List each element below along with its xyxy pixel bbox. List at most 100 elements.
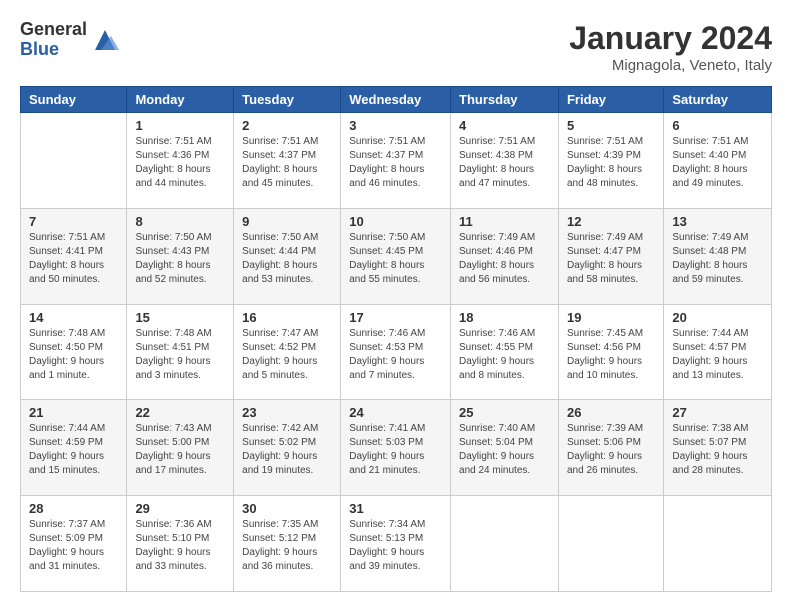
day-number: 26 <box>567 405 655 420</box>
day-number: 14 <box>29 310 118 325</box>
day-number: 28 <box>29 501 118 516</box>
day-info: Sunrise: 7:51 AMSunset: 4:38 PMDaylight:… <box>459 135 550 191</box>
day-info: Sunrise: 7:37 AMSunset: 5:09 PMDaylight:… <box>29 518 118 574</box>
day-number: 20 <box>672 310 763 325</box>
table-row <box>558 496 663 592</box>
table-row: 16 Sunrise: 7:47 AMSunset: 4:52 PMDayligh… <box>234 304 341 400</box>
day-number: 7 <box>29 214 118 229</box>
logo-blue: Blue <box>20 40 87 60</box>
table-row: 31 Sunrise: 7:34 AMSunset: 5:13 PMDayligh… <box>341 496 451 592</box>
day-number: 16 <box>242 310 332 325</box>
table-row <box>451 496 559 592</box>
day-info: Sunrise: 7:49 AMSunset: 4:48 PMDaylight:… <box>672 231 763 287</box>
title-section: January 2024 Mignagola, Veneto, Italy <box>569 20 772 74</box>
day-number: 25 <box>459 405 550 420</box>
table-row <box>664 496 772 592</box>
day-number: 23 <box>242 405 332 420</box>
day-number: 11 <box>459 214 550 229</box>
table-row: 30 Sunrise: 7:35 AMSunset: 5:12 PMDayligh… <box>234 496 341 592</box>
day-number: 19 <box>567 310 655 325</box>
day-info: Sunrise: 7:48 AMSunset: 4:50 PMDaylight:… <box>29 327 118 383</box>
day-number: 24 <box>349 405 442 420</box>
day-info: Sunrise: 7:34 AMSunset: 5:13 PMDaylight:… <box>349 518 442 574</box>
table-row: 9Sunrise: 7:50 AMSunset: 4:44 PMDaylight… <box>234 208 341 304</box>
day-number: 2 <box>242 118 332 133</box>
day-info: Sunrise: 7:49 AMSunset: 4:46 PMDaylight:… <box>459 231 550 287</box>
day-number: 5 <box>567 118 655 133</box>
day-number: 30 <box>242 501 332 516</box>
day-info: Sunrise: 7:39 AMSunset: 5:06 PMDaylight:… <box>567 422 655 478</box>
day-info: Sunrise: 7:48 AMSunset: 4:51 PMDaylight:… <box>135 327 225 383</box>
calendar-week-row: 1Sunrise: 7:51 AMSunset: 4:36 PMDaylight… <box>21 113 772 209</box>
day-number: 15 <box>135 310 225 325</box>
day-info: Sunrise: 7:50 AMSunset: 4:45 PMDaylight:… <box>349 231 442 287</box>
day-info: Sunrise: 7:46 AMSunset: 4:53 PMDaylight:… <box>349 327 442 383</box>
table-row: 29 Sunrise: 7:36 AMSunset: 5:10 PMDayligh… <box>127 496 234 592</box>
day-number: 13 <box>672 214 763 229</box>
day-info: Sunrise: 7:51 AMSunset: 4:41 PMDaylight:… <box>29 231 118 287</box>
day-info: Sunrise: 7:44 AMSunset: 4:59 PMDaylight:… <box>29 422 118 478</box>
table-row: 10 Sunrise: 7:50 AMSunset: 4:45 PMDayligh… <box>341 208 451 304</box>
page: General Blue January 2024 Mignagola, Ven… <box>0 0 792 612</box>
table-row: 20Sunrise: 7:44 AMSunset: 4:57 PMDayligh… <box>664 304 772 400</box>
header-tuesday: Tuesday <box>234 87 341 113</box>
day-number: 21 <box>29 405 118 420</box>
day-number: 3 <box>349 118 442 133</box>
day-info: Sunrise: 7:38 AMSunset: 5:07 PMDaylight:… <box>672 422 763 478</box>
day-info: Sunrise: 7:36 AMSunset: 5:10 PMDaylight:… <box>135 518 225 574</box>
day-number: 1 <box>135 118 225 133</box>
day-number: 18 <box>459 310 550 325</box>
day-number: 12 <box>567 214 655 229</box>
logo-general: General <box>20 20 87 40</box>
day-info: Sunrise: 7:45 AMSunset: 4:56 PMDaylight:… <box>567 327 655 383</box>
table-row: 7 Sunrise: 7:51 AMSunset: 4:41 PMDaylight… <box>21 208 127 304</box>
day-number: 4 <box>459 118 550 133</box>
day-number: 8 <box>135 214 225 229</box>
table-row: 24 Sunrise: 7:41 AMSunset: 5:03 PMDayligh… <box>341 400 451 496</box>
table-row: 11 Sunrise: 7:49 AMSunset: 4:46 PMDayligh… <box>451 208 559 304</box>
day-info: Sunrise: 7:41 AMSunset: 5:03 PMDaylight:… <box>349 422 442 478</box>
day-info: Sunrise: 7:51 AMSunset: 4:37 PMDaylight:… <box>349 135 442 191</box>
header-thursday: Thursday <box>451 87 559 113</box>
table-row: 12 Sunrise: 7:49 AMSunset: 4:47 PMDayligh… <box>558 208 663 304</box>
header-friday: Friday <box>558 87 663 113</box>
table-row: 25Sunrise: 7:40 AMSunset: 5:04 PMDayligh… <box>451 400 559 496</box>
header: General Blue January 2024 Mignagola, Ven… <box>20 20 772 74</box>
day-info: Sunrise: 7:42 AMSunset: 5:02 PMDaylight:… <box>242 422 332 478</box>
table-row: 8Sunrise: 7:50 AMSunset: 4:43 PMDaylight… <box>127 208 234 304</box>
logo-text: General Blue <box>20 20 87 60</box>
day-number: 27 <box>672 405 763 420</box>
header-saturday: Saturday <box>664 87 772 113</box>
table-row <box>21 113 127 209</box>
calendar-week-row: 7 Sunrise: 7:51 AMSunset: 4:41 PMDaylight… <box>21 208 772 304</box>
header-sunday: Sunday <box>21 87 127 113</box>
day-number: 9 <box>242 214 332 229</box>
table-row: 23 Sunrise: 7:42 AMSunset: 5:02 PMDayligh… <box>234 400 341 496</box>
day-number: 10 <box>349 214 442 229</box>
table-row: 26 Sunrise: 7:39 AMSunset: 5:06 PMDayligh… <box>558 400 663 496</box>
day-info: Sunrise: 7:43 AMSunset: 5:00 PMDaylight:… <box>135 422 225 478</box>
day-info: Sunrise: 7:51 AMSunset: 4:37 PMDaylight:… <box>242 135 332 191</box>
day-info: Sunrise: 7:49 AMSunset: 4:47 PMDaylight:… <box>567 231 655 287</box>
day-number: 31 <box>349 501 442 516</box>
day-number: 29 <box>135 501 225 516</box>
header-monday: Monday <box>127 87 234 113</box>
table-row: 6 Sunrise: 7:51 AMSunset: 4:40 PMDaylight… <box>664 113 772 209</box>
table-row: 14 Sunrise: 7:48 AMSunset: 4:50 PMDayligh… <box>21 304 127 400</box>
calendar-week-row: 21 Sunrise: 7:44 AMSunset: 4:59 PMDayligh… <box>21 400 772 496</box>
calendar-week-row: 28 Sunrise: 7:37 AMSunset: 5:09 PMDayligh… <box>21 496 772 592</box>
table-row: 5Sunrise: 7:51 AMSunset: 4:39 PMDaylight… <box>558 113 663 209</box>
logo-icon <box>91 26 119 54</box>
day-info: Sunrise: 7:35 AMSunset: 5:12 PMDaylight:… <box>242 518 332 574</box>
day-info: Sunrise: 7:51 AMSunset: 4:40 PMDaylight:… <box>672 135 763 191</box>
table-row: 2 Sunrise: 7:51 AMSunset: 4:37 PMDaylight… <box>234 113 341 209</box>
table-row: 15 Sunrise: 7:48 AMSunset: 4:51 PMDayligh… <box>127 304 234 400</box>
day-info: Sunrise: 7:47 AMSunset: 4:52 PMDaylight:… <box>242 327 332 383</box>
day-info: Sunrise: 7:46 AMSunset: 4:55 PMDaylight:… <box>459 327 550 383</box>
day-number: 6 <box>672 118 763 133</box>
calendar-table: Sunday Monday Tuesday Wednesday Thursday… <box>20 86 772 592</box>
day-number: 17 <box>349 310 442 325</box>
table-row: 19 Sunrise: 7:45 AMSunset: 4:56 PMDayligh… <box>558 304 663 400</box>
table-row: 4 Sunrise: 7:51 AMSunset: 4:38 PMDaylight… <box>451 113 559 209</box>
table-row: 17 Sunrise: 7:46 AMSunset: 4:53 PMDayligh… <box>341 304 451 400</box>
